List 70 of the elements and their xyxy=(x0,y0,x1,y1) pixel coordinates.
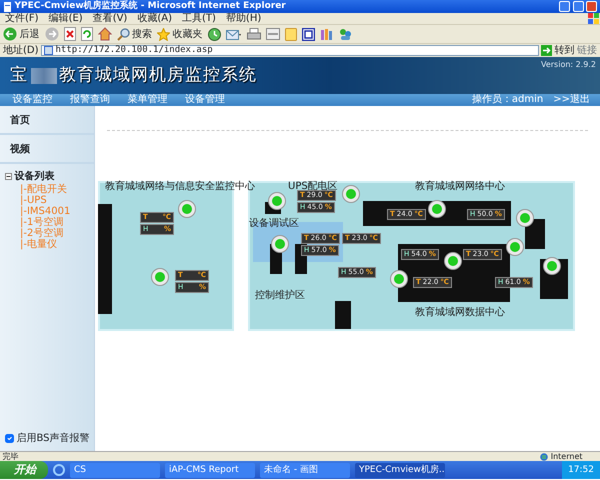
tree-child-item[interactable]: |-UPS xyxy=(0,195,94,206)
maximize-button[interactable] xyxy=(572,1,584,12)
taskbar-button[interactable]: YPEC-Cmview机房... xyxy=(355,462,445,478)
doorway xyxy=(335,301,351,329)
tree-toggle-icon[interactable] xyxy=(5,173,12,180)
taskbar-button[interactable]: iAP-CMS Report xyxy=(165,462,255,478)
sound-alarm-checkbox[interactable] xyxy=(5,434,14,443)
close-button[interactable] xyxy=(586,1,597,12)
search-icon xyxy=(116,28,130,40)
ie-icon[interactable] xyxy=(53,464,65,476)
logout-link[interactable]: >>退出 xyxy=(553,94,590,106)
stop-icon[interactable] xyxy=(64,27,76,41)
links-button[interactable]: 链接 xyxy=(577,43,597,58)
zone-text: Internet xyxy=(550,452,582,461)
minimize-button[interactable] xyxy=(559,1,570,12)
taskbar-button[interactable]: CS xyxy=(70,462,160,478)
refresh-icon[interactable] xyxy=(80,27,92,41)
nav-link[interactable]: 设备管理 xyxy=(185,94,225,106)
status-text: 完毕 xyxy=(2,452,18,461)
address-field[interactable]: http://172.20.100.1/index.asp xyxy=(41,45,538,56)
back-button[interactable]: 后退 xyxy=(3,26,40,42)
arrow-icon xyxy=(541,45,552,56)
tree-child-item[interactable]: |-2号空调 xyxy=(0,228,94,239)
room-label: 教育城域网数据中心 xyxy=(415,306,505,320)
nav-link[interactable]: 菜单管理 xyxy=(128,94,168,106)
nav-link[interactable]: 报警查询 xyxy=(70,94,110,106)
room-label: 教育城域网络与信息安全监控中心 xyxy=(105,180,255,194)
frame-icon[interactable] xyxy=(302,28,314,40)
menu-item[interactable]: 查看(V) xyxy=(88,12,132,24)
room-label: 控制维护区 xyxy=(255,288,305,303)
address-label: 地址(D) xyxy=(3,44,39,58)
clock-text: 17:52 xyxy=(562,461,600,479)
blurred-block xyxy=(30,68,56,84)
search-button[interactable]: 搜索 xyxy=(116,26,152,42)
windows-logo-icon xyxy=(588,13,600,24)
checkbox-label: 启用BS声音报警 xyxy=(16,432,90,446)
nav-link[interactable]: 设备监控 xyxy=(12,94,52,106)
back-arrow-icon xyxy=(3,27,17,41)
cabinet xyxy=(525,219,545,249)
tree-child-item[interactable]: |-配电开关 xyxy=(0,184,94,195)
mail-icon[interactable] xyxy=(226,28,242,40)
page-icon xyxy=(3,2,12,12)
globe-icon xyxy=(540,452,548,460)
star-icon xyxy=(157,28,170,40)
menu-item[interactable]: 文件(F) xyxy=(0,12,44,24)
banner-title: 教育城域网机房监控系统 xyxy=(59,64,257,87)
room-label: UPS配电区 xyxy=(288,180,338,192)
house-icon[interactable] xyxy=(98,27,112,41)
menu-item[interactable]: 编辑(E) xyxy=(44,12,88,24)
menu-item[interactable]: 工具(T) xyxy=(177,12,221,24)
tree-child-item[interactable]: |-电量仪 xyxy=(0,239,94,250)
taskbar-button[interactable]: 未命名 - 画图 xyxy=(260,462,350,478)
menu-item[interactable]: 帮助(H) xyxy=(220,12,266,24)
favorites-button[interactable]: 收藏夹 xyxy=(157,26,202,42)
history-icon[interactable] xyxy=(208,28,220,40)
room-label: 教育城域网网络中心 xyxy=(415,180,505,194)
note-icon[interactable] xyxy=(284,28,296,40)
printer-icon[interactable] xyxy=(246,28,260,40)
room-label: 设备调试区 xyxy=(249,216,299,231)
version-text: Version: 2.9.2 xyxy=(540,59,596,71)
tree-child-item[interactable]: |-1号空调 xyxy=(0,217,94,228)
window-title: YPEC-Cmview机房监控系统 - Microsoft Internet Explorer xyxy=(14,0,287,12)
banner-title: 宝 xyxy=(10,64,28,87)
tree-item[interactable]: 设备列表 xyxy=(14,169,54,184)
start-button[interactable]: 开始 xyxy=(0,461,48,479)
people-icon[interactable] xyxy=(338,28,352,40)
tree-child-item[interactable]: |-IMS4001 xyxy=(0,206,94,217)
operator-text: 操作员：admin xyxy=(472,94,544,106)
page-icon xyxy=(44,46,54,55)
menu-item[interactable]: 收藏(A) xyxy=(132,12,177,24)
